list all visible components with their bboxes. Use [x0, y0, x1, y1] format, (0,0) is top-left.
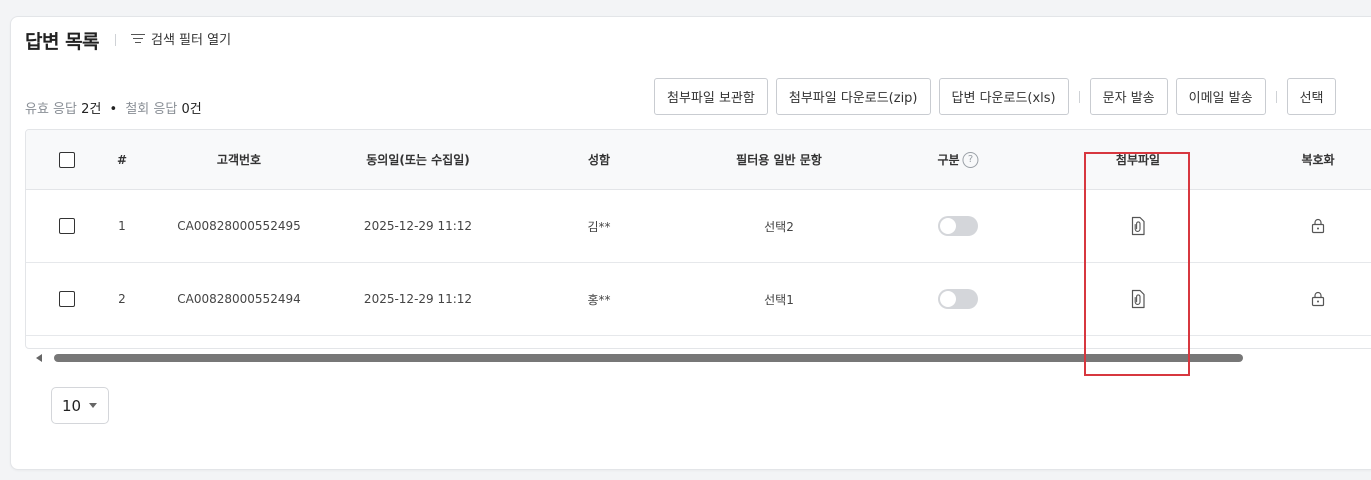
action-toolbar: 첨부파일 보관함 첨부파일 다운로드(zip) 답변 다운로드(xls) 문자 …: [654, 77, 1344, 116]
filter-label: 검색 필터 열기: [151, 33, 232, 48]
filter-lines-icon: [131, 33, 145, 45]
toolbar-divider: [1275, 90, 1277, 103]
row-select-cell: [59, 190, 75, 262]
col-consent-date-header: 동의일(또는 수집일): [366, 153, 470, 167]
row-attachment-cell: [1129, 263, 1147, 335]
send-email-button[interactable]: 이메일 발송: [1175, 78, 1266, 115]
help-icon[interactable]: ?: [962, 151, 979, 168]
answer-table: # 고객번호 동의일(또는 수집일) 성함 필터용 일반 문항 구분 ? 첨부파…: [25, 129, 1371, 349]
row-number: 2: [118, 292, 126, 306]
attachment-storage-button[interactable]: 첨부파일 보관함: [654, 78, 768, 115]
row-checkbox[interactable]: [59, 218, 75, 234]
valid-label: 유효 응답: [25, 102, 77, 117]
title-divider: [115, 34, 116, 46]
withdrawn-label: 철회 응답: [125, 102, 178, 117]
count-separator: •: [109, 102, 118, 117]
row-category-cell: [938, 263, 978, 335]
select-all-cell: [59, 130, 75, 189]
table-header-row: # 고객번호 동의일(또는 수집일) 성함 필터용 일반 문항 구분 ? 첨부파…: [26, 130, 1371, 190]
select-all-checkbox[interactable]: [59, 151, 75, 168]
row-attachment-cell: [1129, 190, 1147, 262]
send-sms-button[interactable]: 문자 발송: [1089, 78, 1168, 115]
row-number: 1: [118, 219, 126, 233]
attachment-download-zip-button[interactable]: 첨부파일 다운로드(zip): [775, 78, 931, 115]
paperclip-file-icon[interactable]: [1129, 289, 1147, 309]
row-filter-question: 선택2: [764, 219, 794, 234]
col-category-header: 구분 ?: [937, 130, 979, 189]
col-filter-question-header: 필터용 일반 문항: [736, 153, 822, 167]
scroll-thumb[interactable]: [54, 354, 1243, 362]
col-customer-id-header: 고객번호: [216, 153, 262, 167]
row-customer-id: CA00828000552495: [177, 219, 301, 233]
col-number-header: #: [116, 152, 128, 167]
horizontal-scrollbar[interactable]: [36, 353, 1246, 363]
row-decrypt-cell: [1311, 190, 1325, 262]
col-decrypt-header: 복호화: [1301, 153, 1335, 167]
category-label: 구분: [937, 153, 960, 167]
page-size-value: 10: [62, 396, 82, 415]
withdrawn-count: 0건: [181, 102, 202, 117]
row-consent-date: 2025-12-29 11:12: [363, 292, 473, 306]
table-row: 1 CA00828000552495 2025-12-29 11:12 김** …: [26, 190, 1371, 263]
lock-icon[interactable]: [1311, 291, 1325, 307]
category-toggle[interactable]: [938, 289, 978, 309]
paperclip-file-icon[interactable]: [1129, 216, 1147, 236]
row-category-cell: [938, 190, 978, 262]
response-counts: 유효 응답 2건 • 철회 응답 0건: [25, 98, 202, 117]
row-filter-question: 선택1: [764, 292, 794, 307]
row-decrypt-cell: [1311, 263, 1325, 335]
row-checkbox[interactable]: [59, 291, 75, 307]
page-size-select[interactable]: 10: [51, 387, 109, 424]
page-title: 답변 목록: [25, 31, 100, 53]
col-attachment-header: 첨부파일: [1115, 153, 1161, 167]
row-consent-date: 2025-12-29 11:12: [363, 219, 473, 233]
row-name: 홍**: [587, 292, 611, 307]
row-customer-id: CA00828000552494: [177, 292, 301, 306]
row-select-cell: [59, 263, 75, 335]
answer-download-xls-button[interactable]: 답변 다운로드(xls): [938, 78, 1069, 115]
selection-button[interactable]: 선택: [1286, 78, 1337, 115]
scroll-left-arrow-icon[interactable]: [36, 354, 42, 362]
caret-down-icon: [89, 403, 98, 408]
lock-icon[interactable]: [1311, 218, 1325, 234]
col-name-header: 성함: [587, 153, 611, 167]
table-row: 2 CA00828000552494 2025-12-29 11:12 홍** …: [26, 263, 1371, 336]
open-search-filter-button[interactable]: 검색 필터 열기: [131, 29, 231, 48]
valid-count: 2건: [81, 102, 102, 117]
row-name: 김**: [587, 219, 611, 234]
toolbar-divider: [1078, 90, 1080, 103]
category-toggle[interactable]: [938, 216, 978, 236]
